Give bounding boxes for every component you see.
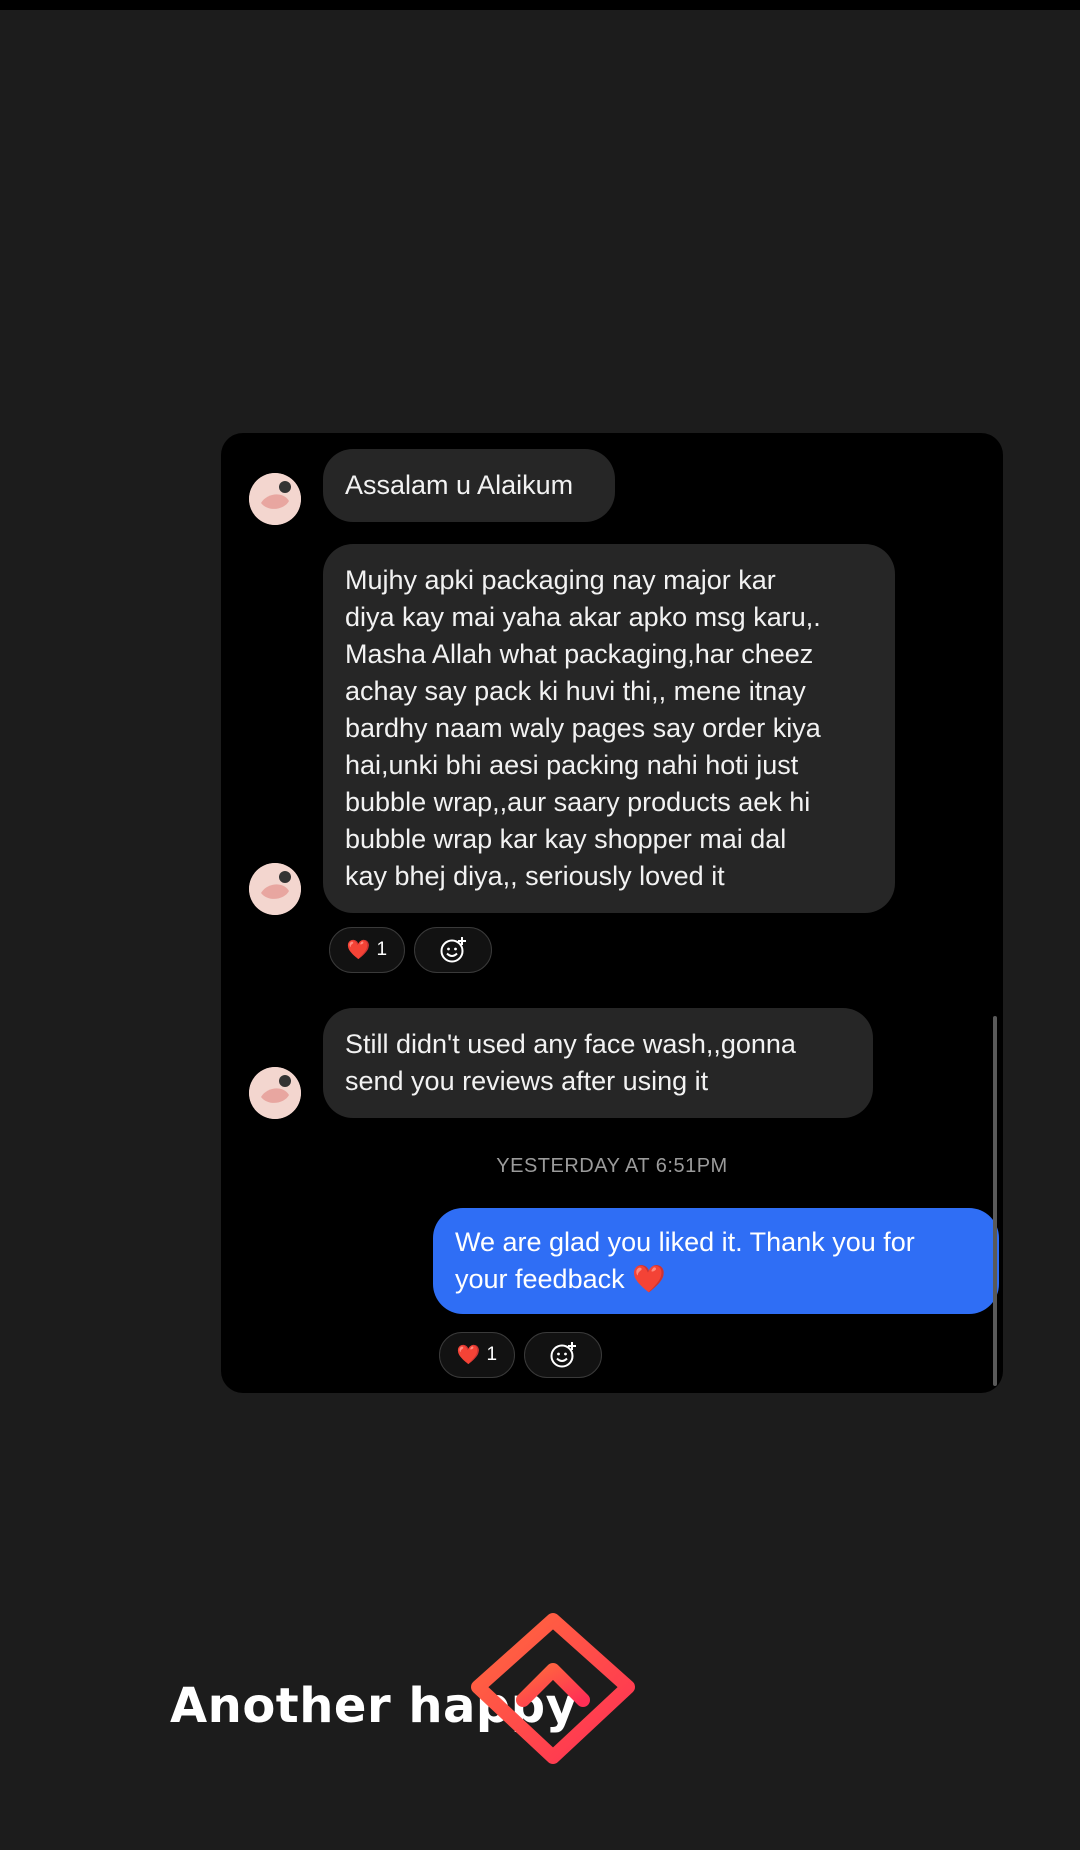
add-reaction-icon — [440, 937, 466, 963]
add-reaction-button[interactable] — [414, 927, 492, 973]
heart-icon: ❤️ — [346, 940, 371, 961]
scrollbar[interactable] — [993, 1016, 997, 1386]
reaction-count: 1 — [376, 939, 388, 960]
heart-reaction[interactable]: ❤️ 1 — [329, 927, 405, 973]
avatar[interactable] — [249, 473, 301, 525]
avatar[interactable] — [249, 863, 301, 915]
reaction-count: 1 — [486, 1344, 498, 1365]
incoming-message[interactable]: Still didn't used any face wash,,gonna s… — [323, 1008, 873, 1118]
upload-logo-icon — [471, 1613, 635, 1769]
incoming-message[interactable]: Mujhy apki packaging nay major kar diya … — [323, 544, 895, 913]
add-reaction-button[interactable] — [524, 1332, 602, 1378]
message-timestamp: YESTERDAY AT 6:51PM — [496, 1155, 728, 1177]
incoming-message[interactable]: Assalam u Alaikum — [323, 449, 615, 522]
top-bar — [0, 0, 1080, 10]
add-reaction-icon — [550, 1342, 576, 1368]
heart-icon: ❤️ — [456, 1345, 481, 1366]
avatar[interactable] — [249, 1067, 301, 1119]
outgoing-message[interactable]: We are glad you liked it. Thank you for … — [433, 1208, 999, 1314]
chat-thread: Assalam u Alaikum Mujhy apki packaging n… — [221, 433, 1003, 1393]
heart-reaction[interactable]: ❤️ 1 — [439, 1332, 515, 1378]
